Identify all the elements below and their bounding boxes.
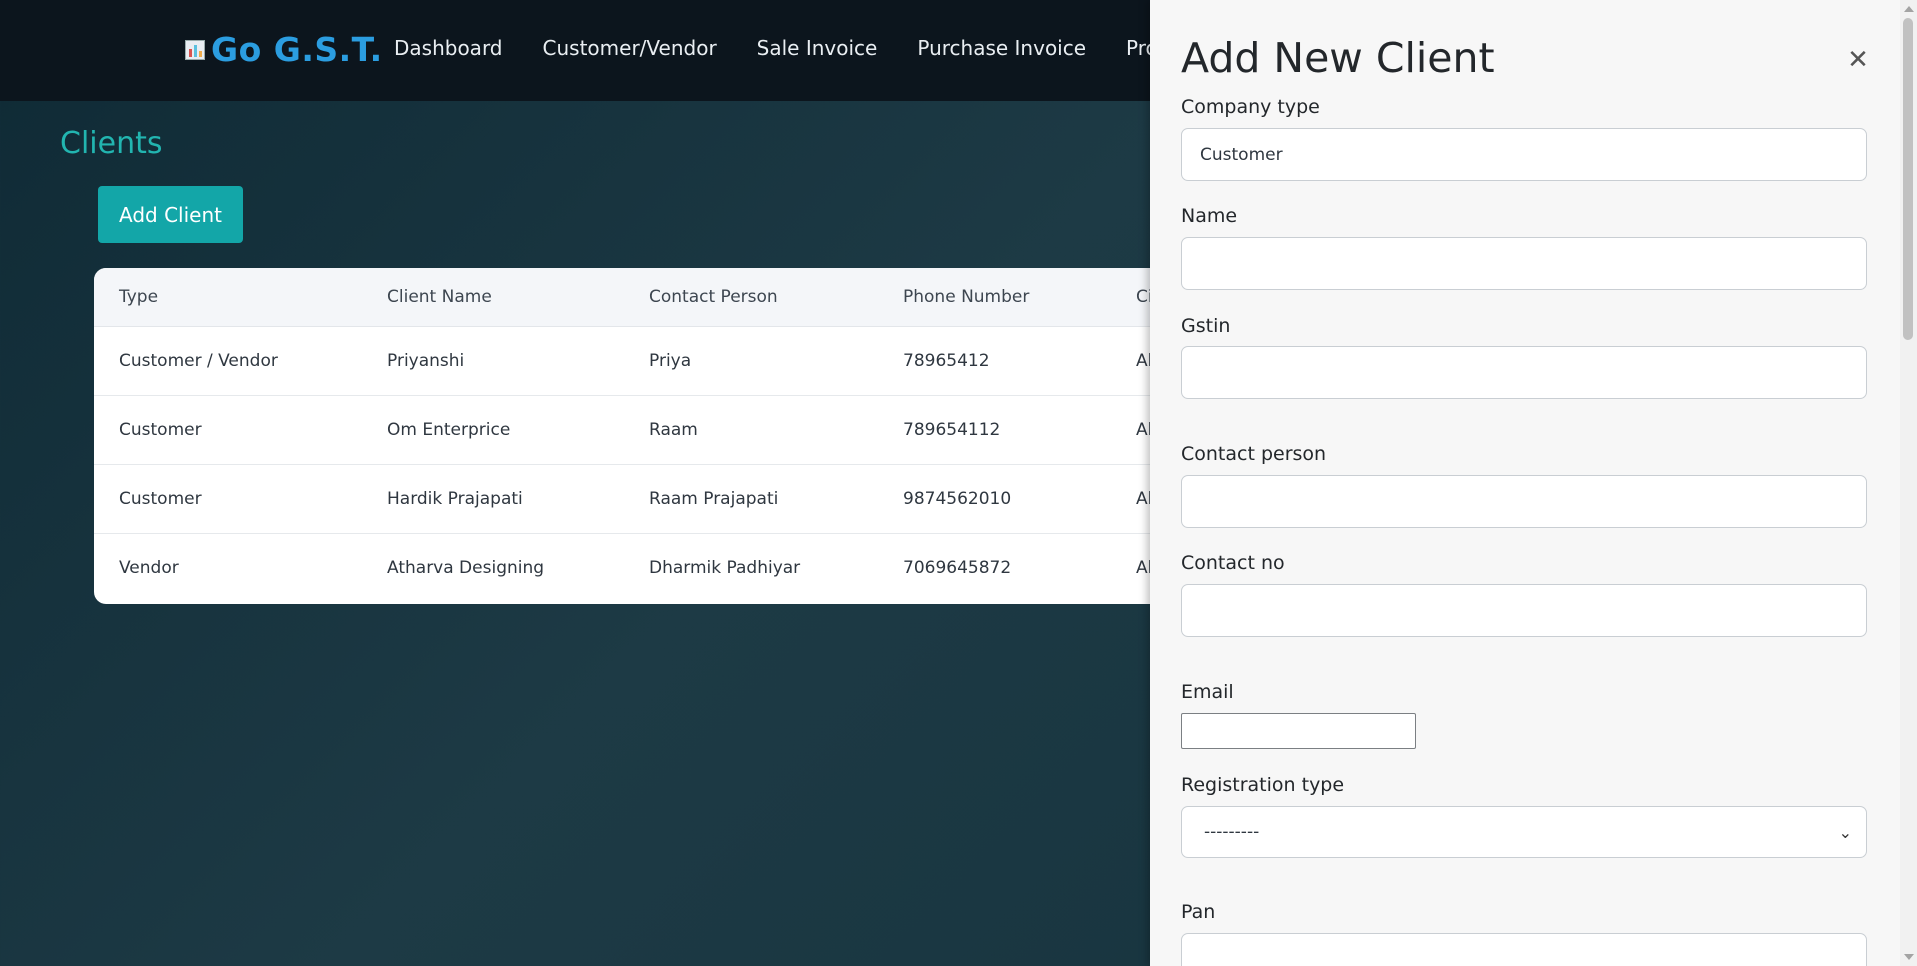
- company-type-label: Company type: [1181, 96, 1320, 118]
- email-input[interactable]: [1181, 713, 1416, 749]
- pan-label: Pan: [1181, 901, 1216, 923]
- clients-table: Type Client Name Contact Person Phone Nu…: [94, 268, 1254, 602]
- email-label: Email: [1181, 681, 1234, 703]
- cell-contact-person: Priya: [624, 326, 878, 396]
- cell-client-name: Hardik Prajapati: [362, 464, 624, 534]
- cell-client-name: Atharva Designing: [387, 557, 545, 578]
- company-type-input[interactable]: Customer: [1181, 128, 1867, 181]
- nav-purchase-invoice[interactable]: Purchase Invoice: [917, 36, 1086, 60]
- registration-type-select[interactable]: --------- ⌄: [1181, 806, 1867, 858]
- header-phone-number: Phone Number: [878, 268, 1111, 327]
- table-row[interactable]: Customer Hardik Prajapati Raam Prajapati…: [94, 464, 1254, 534]
- cell-type: Customer / Vendor: [94, 326, 362, 396]
- contact-person-label: Contact person: [1181, 443, 1327, 465]
- add-client-panel: Add New Client ✕ Company type Customer N…: [1150, 0, 1900, 966]
- cell-type: Customer: [94, 464, 362, 534]
- scroll-down-icon[interactable]: [1904, 954, 1914, 960]
- cell-client-name: Om Enterprice: [362, 395, 624, 465]
- brand-logo[interactable]: Go G.S.T.: [185, 30, 383, 69]
- cell-type: Vendor: [119, 557, 179, 578]
- nav-customer-vendor[interactable]: Customer/Vendor: [543, 36, 717, 60]
- scroll-up-icon[interactable]: [1904, 6, 1914, 12]
- name-input[interactable]: [1181, 237, 1867, 290]
- page-scrollbar[interactable]: [1900, 0, 1917, 966]
- name-label: Name: [1181, 205, 1238, 227]
- gstin-input[interactable]: [1181, 346, 1867, 399]
- cell-contact-person: Raam: [624, 395, 878, 465]
- cell-phone-number: 9874562010: [878, 464, 1111, 534]
- table-row[interactable]: Vendor Atharva Designing Dharmik Padhiya…: [94, 533, 1254, 602]
- cell-phone-number: 7069645872: [903, 557, 1012, 578]
- brand-name: Go G.S.T.: [211, 30, 383, 69]
- gstin-label: Gstin: [1181, 315, 1231, 337]
- cell-phone-number: 789654112: [878, 395, 1111, 465]
- table-row[interactable]: Customer Om Enterprice Raam 789654112 Al: [94, 395, 1254, 465]
- nav-sale-invoice[interactable]: Sale Invoice: [757, 36, 878, 60]
- registration-type-label: Registration type: [1181, 774, 1345, 796]
- cell-type: Customer: [94, 395, 362, 465]
- pan-input[interactable]: [1181, 933, 1867, 966]
- cell-contact-person: Dharmik Padhiyar: [649, 557, 801, 578]
- cell-client-name: Priyanshi: [362, 326, 624, 396]
- cell-contact-person: Raam Prajapati: [624, 464, 878, 534]
- chart-icon: [185, 39, 205, 60]
- nav-dashboard[interactable]: Dashboard: [394, 36, 503, 60]
- close-icon[interactable]: ✕: [1846, 47, 1870, 73]
- contact-no-input[interactable]: [1181, 584, 1867, 637]
- registration-type-value: ---------: [1204, 822, 1260, 842]
- table-header-row: Type Client Name Contact Person Phone Nu…: [94, 268, 1254, 327]
- contact-no-label: Contact no: [1181, 552, 1285, 574]
- header-contact-person: Contact Person: [624, 268, 878, 327]
- header-type: Type: [94, 268, 362, 327]
- scroll-thumb[interactable]: [1903, 18, 1913, 340]
- page-title: Clients: [60, 126, 163, 161]
- contact-person-input[interactable]: [1181, 475, 1867, 528]
- clients-table-card: Type Client Name Contact Person Phone Nu…: [94, 268, 1254, 604]
- cell-phone-number: 78965412: [878, 326, 1111, 396]
- add-client-button[interactable]: Add Client: [98, 186, 243, 243]
- chevron-down-icon: ⌄: [1838, 822, 1852, 842]
- table-row[interactable]: Customer / Vendor Priyanshi Priya 789654…: [94, 326, 1254, 396]
- header-client-name: Client Name: [362, 268, 624, 327]
- nav-links: Dashboard Customer/Vendor Sale Invoice P…: [394, 36, 1212, 60]
- panel-title: Add New Client: [1181, 34, 1495, 82]
